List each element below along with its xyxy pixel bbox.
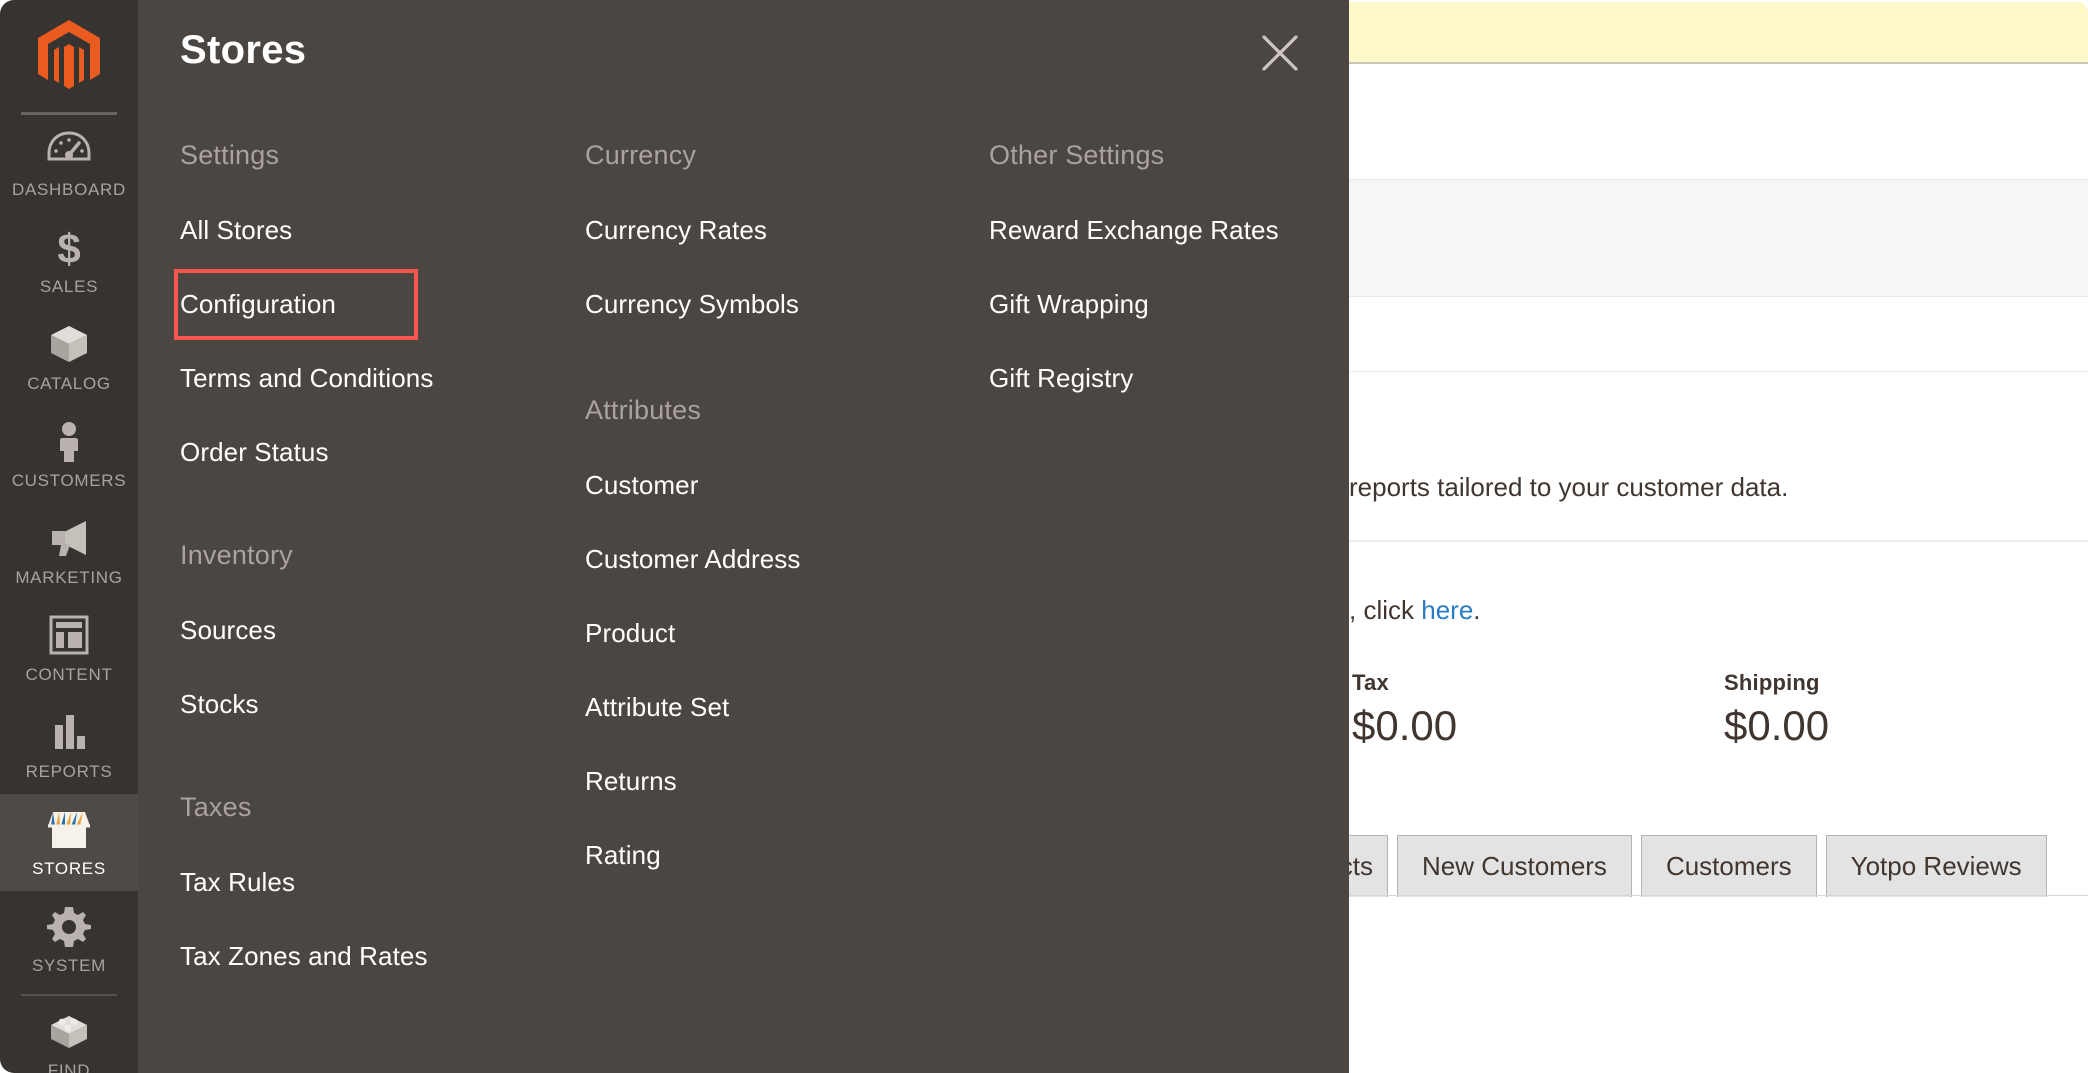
sidebar-item-find-partners-extensions[interactable]: FIND PARTNERS & EXTENSIONS xyxy=(0,998,138,1073)
menu-link-sources[interactable]: Sources xyxy=(180,615,276,646)
megaphone-icon xyxy=(4,517,134,561)
sidebar-item-reports[interactable]: REPORTS xyxy=(0,697,138,794)
menu-column-settings: Settings All Stores Configuration Terms … xyxy=(138,140,543,1015)
menu-link-rating[interactable]: Rating xyxy=(585,840,661,871)
menu-link-tax-rules[interactable]: Tax Rules xyxy=(180,867,295,898)
kpi-label: Shipping xyxy=(1724,670,1820,695)
sidebar-item-label: CONTENT xyxy=(25,665,113,684)
menu-link-gift-registry[interactable]: Gift Registry xyxy=(989,363,1133,394)
group-title-other-settings: Other Settings xyxy=(989,140,1165,170)
sidebar-item-label: REPORTS xyxy=(25,762,113,781)
click-here-prefix: , click xyxy=(1349,595,1422,625)
sidebar-item-label: CATALOG xyxy=(27,374,111,393)
gear-icon xyxy=(4,905,134,949)
menu-column-currency-attributes: Currency Currency Rates Currency Symbols… xyxy=(543,140,947,1015)
menu-link-all-stores[interactable]: All Stores xyxy=(180,215,292,246)
sidebar-item-label: MARKETING xyxy=(15,568,123,587)
kpi-tax: Tax $0.00 xyxy=(1352,670,1457,750)
menu-link-reward-exchange-rates[interactable]: Reward Exchange Rates xyxy=(989,215,1279,246)
sidebar-item-label: SALES xyxy=(39,277,99,296)
dashboard-tabs: ucts New Customers Customers Yotpo Revie… xyxy=(1310,833,2056,897)
svg-text:$: $ xyxy=(57,226,80,270)
extension-blocks-icon xyxy=(4,1010,134,1054)
dashboard-gauge-icon xyxy=(4,129,134,173)
magento-logo[interactable] xyxy=(0,0,138,112)
bar-chart-icon xyxy=(4,711,134,755)
tabs-underline xyxy=(1349,895,2088,896)
sidebar-item-dashboard[interactable]: DASHBOARD xyxy=(0,115,138,212)
close-icon[interactable] xyxy=(1257,30,1303,76)
report-description-text: reports tailored to your customer data. xyxy=(1349,472,1789,502)
sidebar-item-label: FIND PARTNERS & EXTENSIONS xyxy=(47,1061,91,1073)
click-here-line: , click here. xyxy=(1349,595,1481,626)
menu-column-other-settings: Other Settings Reward Exchange Rates Gif… xyxy=(947,140,1349,1015)
box-icon xyxy=(4,323,134,367)
tab-customers[interactable]: Customers xyxy=(1640,835,1817,897)
sidebar-item-catalog[interactable]: CATALOG xyxy=(0,309,138,406)
menu-link-product[interactable]: Product xyxy=(585,618,675,649)
menu-link-gift-wrapping[interactable]: Gift Wrapping xyxy=(989,289,1149,320)
layout-page-icon xyxy=(4,614,134,658)
menu-link-attribute-set[interactable]: Attribute Set xyxy=(585,692,729,723)
menu-link-configuration[interactable]: Configuration xyxy=(174,269,418,340)
menu-columns: Settings All Stores Configuration Terms … xyxy=(138,140,1349,1015)
sidebar-divider xyxy=(21,994,117,996)
stores-menu-panel: Stores Settings All Stores Configuration… xyxy=(138,0,1349,1073)
menu-link-order-status[interactable]: Order Status xyxy=(180,437,329,468)
menu-link-tax-zones-and-rates[interactable]: Tax Zones and Rates xyxy=(180,941,428,972)
sidebar-item-label: STORES xyxy=(32,859,106,878)
kpi-value: $0.00 xyxy=(1724,702,1830,749)
sidebar-item-stores[interactable]: STORES xyxy=(0,794,138,891)
kpi-value: $0.00 xyxy=(1352,702,1458,749)
here-link[interactable]: here xyxy=(1421,595,1473,625)
content-band-shaded xyxy=(1349,180,2088,297)
group-title-attributes: Attributes xyxy=(585,395,702,425)
menu-link-currency-rates[interactable]: Currency Rates xyxy=(585,215,767,246)
group-title-taxes: Taxes xyxy=(180,792,252,822)
kpi-shipping: Shipping $0.00 xyxy=(1724,670,1829,750)
content-band xyxy=(1349,297,2088,372)
person-icon xyxy=(4,420,134,464)
app-root: reports tailored to your customer data. … xyxy=(0,0,2088,1073)
sidebar-item-marketing[interactable]: MARKETING xyxy=(0,503,138,600)
dollar-sign-icon: $ xyxy=(4,226,134,270)
click-here-suffix: . xyxy=(1473,595,1481,625)
menu-link-terms-and-conditions[interactable]: Terms and Conditions xyxy=(180,363,433,394)
sidebar-item-label: DASHBOARD xyxy=(12,180,126,199)
tab-new-customers[interactable]: New Customers xyxy=(1397,835,1632,897)
sidebar-item-sales[interactable]: $ SALES xyxy=(0,212,138,309)
sidebar-item-content[interactable]: CONTENT xyxy=(0,600,138,697)
magento-logo-icon xyxy=(38,20,100,89)
menu-link-stocks[interactable]: Stocks xyxy=(180,689,259,720)
sidebar-item-system[interactable]: SYSTEM xyxy=(0,891,138,988)
page-title: Stores xyxy=(180,28,307,72)
kpi-label: Tax xyxy=(1352,670,1389,695)
divider xyxy=(1349,540,2088,542)
menu-link-returns[interactable]: Returns xyxy=(585,766,677,797)
sidebar-item-customers[interactable]: CUSTOMERS xyxy=(0,406,138,503)
admin-sidebar: DASHBOARD $ SALES CATALOG CUSTOMERS MARK… xyxy=(0,0,138,1073)
tab-yotpo-reviews[interactable]: Yotpo Reviews xyxy=(1825,835,2047,897)
storefront-icon xyxy=(4,808,134,852)
menu-link-customer[interactable]: Customer xyxy=(585,470,699,501)
menu-link-customer-address[interactable]: Customer Address xyxy=(585,544,800,575)
group-title-settings: Settings xyxy=(180,140,280,170)
menu-link-currency-symbols[interactable]: Currency Symbols xyxy=(585,289,799,320)
notification-banner xyxy=(1349,2,2088,64)
group-title-currency: Currency xyxy=(585,140,697,170)
sidebar-item-label: CUSTOMERS xyxy=(11,471,127,490)
content-band xyxy=(1349,64,2088,180)
sidebar-item-label: SYSTEM xyxy=(31,956,107,975)
group-title-inventory: Inventory xyxy=(180,540,293,570)
